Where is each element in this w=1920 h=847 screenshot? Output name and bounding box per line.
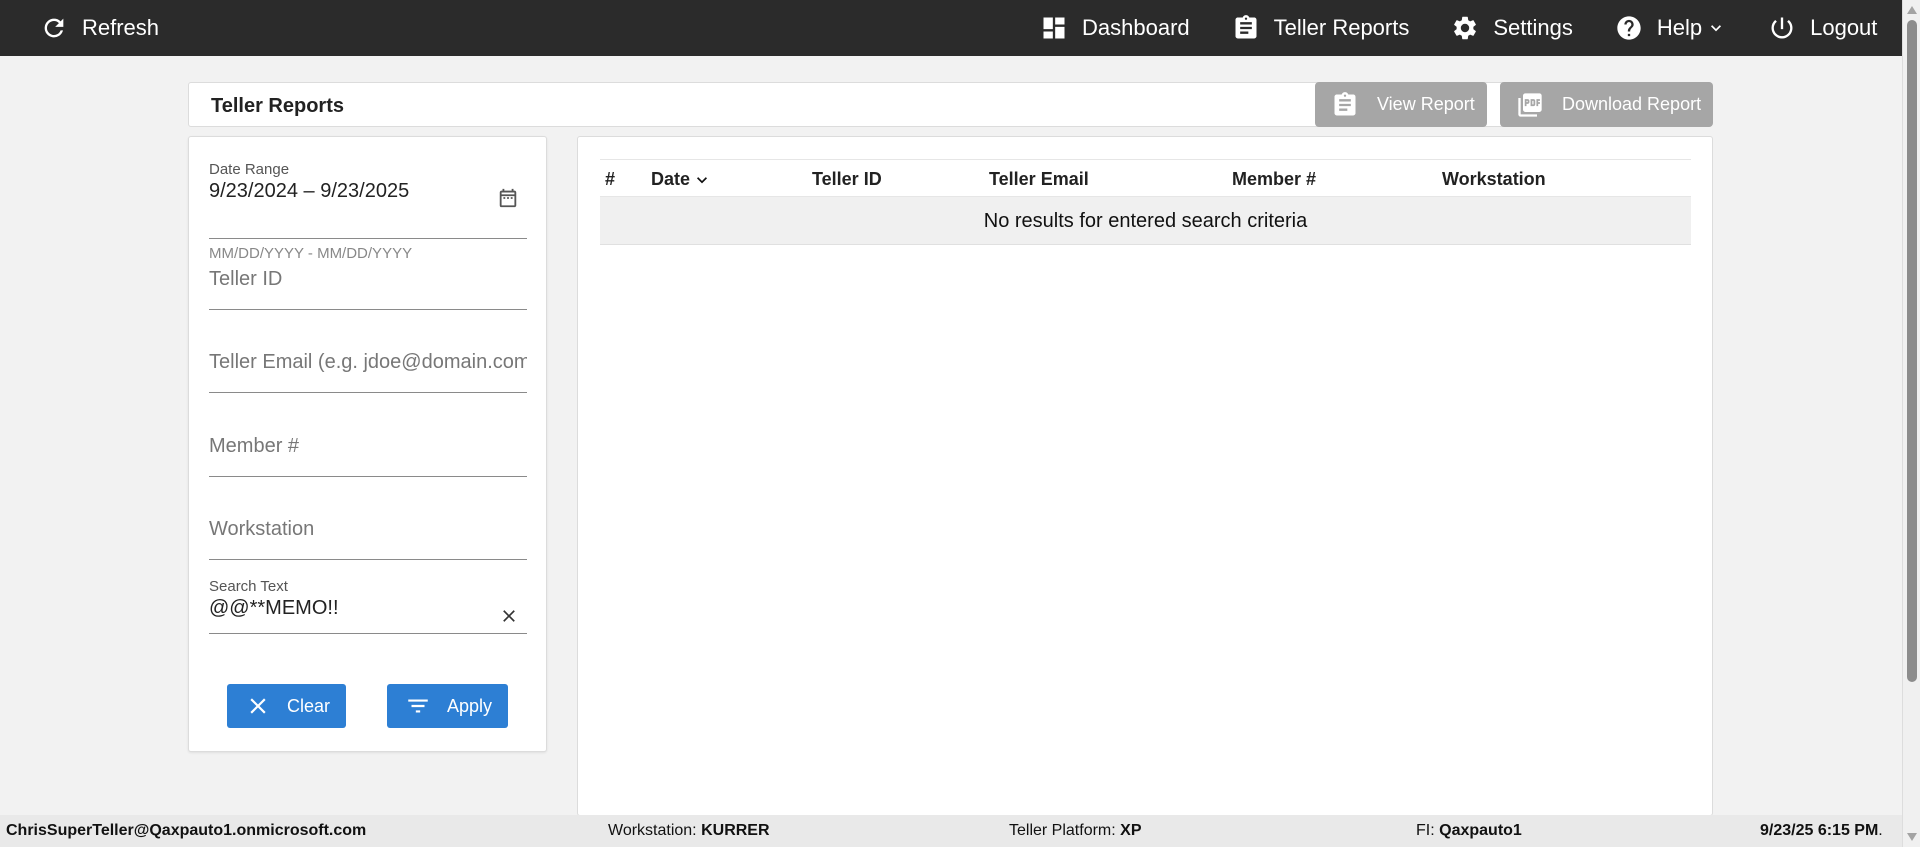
nav-teller-reports-label: Teller Reports	[1273, 15, 1410, 40]
nav-settings[interactable]: Settings	[1451, 0, 1573, 56]
results-table: # Date Teller ID Teller Email Member # W…	[600, 159, 1691, 245]
column-header-number[interactable]: #	[605, 169, 615, 190]
column-header-number-label: #	[605, 169, 616, 189]
status-user: ChrisSuperTeller@Qaxpauto1.onmicrosoft.c…	[6, 822, 366, 840]
search-text-value[interactable]: @@**MEMO!!	[209, 597, 527, 620]
scroll-up-arrow[interactable]	[1907, 6, 1917, 14]
status-platform-label: Teller Platform:	[1009, 822, 1116, 839]
status-fi-label: FI:	[1416, 822, 1435, 839]
gear-icon	[1454, 16, 1477, 40]
date-range-hint: MM/DD/YYYY - MM/DD/YYYY	[209, 245, 413, 262]
filter-icon	[408, 699, 428, 713]
search-text-label: Search Text	[209, 578, 288, 595]
date-range-value[interactable]: 9/23/2024 – 9/23/2025	[209, 180, 527, 203]
download-report-label: Download Report	[1562, 94, 1702, 114]
teller-id-placeholder: Teller ID	[209, 268, 283, 290]
column-header-date-label: Date	[651, 169, 691, 189]
workstation-underline	[209, 559, 527, 560]
no-results-message: No results for entered search criteria	[600, 197, 1691, 245]
member-number-field[interactable]: Member #	[209, 435, 527, 477]
member-number-placeholder: Member #	[209, 435, 300, 457]
teller-email-field[interactable]: Teller Email (e.g. jdoe@domain.com	[209, 351, 527, 393]
report-icon	[1334, 91, 1356, 115]
nav-teller-reports[interactable]: Teller Reports	[1232, 0, 1410, 56]
nav-help-label: Help	[1656, 15, 1703, 40]
apply-button[interactable]: Apply	[387, 684, 508, 728]
column-header-teller-email-label: Teller Email	[989, 169, 1089, 189]
teller-email-placeholder: Teller Email (e.g. jdoe@domain.com	[209, 351, 527, 373]
dashboard-icon	[1043, 17, 1065, 39]
page-header-card: Teller Reports View Report Download Repo…	[188, 82, 1713, 127]
column-header-workstation[interactable]: Workstation	[1442, 169, 1546, 190]
column-header-member-number[interactable]: Member #	[1232, 169, 1316, 190]
column-header-teller-email[interactable]: Teller Email	[989, 169, 1089, 190]
status-platform-value: XP	[1120, 822, 1142, 839]
column-header-teller-id-label: Teller ID	[812, 169, 882, 189]
workstation-placeholder: Workstation	[209, 518, 315, 540]
vertical-scrollbar[interactable]	[1902, 0, 1920, 847]
nav-settings-label: Settings	[1493, 15, 1573, 40]
view-report-label: View Report	[1377, 94, 1475, 114]
clipboard-icon	[1235, 15, 1257, 39]
download-report-button[interactable]: Download Report	[1500, 82, 1713, 127]
column-header-workstation-label: Workstation	[1442, 169, 1546, 189]
filter-panel: Date Range 9/23/2024 – 9/23/2025 MM/DD/Y…	[188, 136, 547, 752]
status-platform: Teller Platform: XP	[1009, 822, 1142, 840]
pdf-icon	[1518, 92, 1542, 117]
refresh-button[interactable]: Refresh	[40, 0, 159, 56]
view-report-button[interactable]: View Report	[1315, 82, 1487, 127]
date-range-label: Date Range	[209, 161, 290, 178]
workstation-field[interactable]: Workstation	[209, 518, 527, 560]
column-header-teller-id[interactable]: Teller ID	[812, 169, 882, 190]
nav-dashboard-label: Dashboard	[1082, 15, 1190, 40]
status-bar: ChrisSuperTeller@Qaxpauto1.onmicrosoft.c…	[0, 815, 1902, 847]
status-datetime-suffix: .	[1878, 822, 1883, 839]
top-navigation-bar: Refresh Dashboard Teller Reports Setting…	[0, 0, 1902, 56]
scrollbar-thumb[interactable]	[1907, 20, 1917, 682]
status-workstation: Workstation: KURRER	[608, 822, 770, 840]
column-header-member-number-label: Member #	[1232, 169, 1317, 189]
chevron-down-icon	[1711, 25, 1722, 32]
apply-button-label: Apply	[447, 695, 493, 716]
page-title: Teller Reports	[211, 95, 344, 117]
sort-chevron-down-icon	[697, 176, 708, 183]
clear-search-icon[interactable]	[499, 606, 519, 626]
clear-button-label: Clear	[287, 695, 331, 716]
member-number-underline	[209, 476, 527, 477]
search-text-field[interactable]: Search Text @@**MEMO!!	[209, 578, 527, 634]
nav-dashboard[interactable]: Dashboard	[1040, 0, 1190, 56]
nav-help[interactable]: Help	[1615, 0, 1726, 56]
teller-email-underline	[209, 392, 527, 393]
status-workstation-label: Workstation:	[608, 822, 697, 839]
column-header-date[interactable]: Date	[651, 169, 712, 190]
status-user-email: ChrisSuperTeller@Qaxpauto1.onmicrosoft.c…	[6, 822, 367, 839]
teller-id-underline	[209, 309, 527, 310]
nav-logout[interactable]: Logout	[1768, 0, 1877, 56]
status-datetime: 9/23/25 6:15 PM.	[1760, 822, 1883, 840]
refresh-icon	[44, 18, 64, 38]
power-icon	[1771, 17, 1793, 39]
date-range-field[interactable]: Date Range 9/23/2024 – 9/23/2025 MM/DD/Y…	[209, 161, 527, 262]
results-table-header: # Date Teller ID Teller Email Member # W…	[600, 159, 1691, 197]
search-text-underline	[209, 633, 527, 634]
status-workstation-value: KURRER	[701, 822, 770, 839]
teller-id-field[interactable]: Teller ID	[209, 268, 527, 310]
calendar-icon[interactable]	[497, 187, 519, 209]
scroll-down-arrow[interactable]	[1907, 833, 1917, 841]
status-fi: FI: Qaxpauto1	[1416, 822, 1522, 840]
status-datetime-value: 9/23/25 6:15 PM	[1760, 822, 1879, 839]
close-icon	[250, 698, 266, 714]
refresh-label: Refresh	[82, 15, 160, 40]
help-icon	[1617, 16, 1641, 40]
nav-logout-label: Logout	[1810, 15, 1878, 40]
status-fi-value: Qaxpauto1	[1439, 822, 1522, 839]
clear-button[interactable]: Clear	[227, 684, 346, 728]
results-panel: # Date Teller ID Teller Email Member # W…	[577, 136, 1713, 816]
date-range-underline	[209, 238, 527, 239]
